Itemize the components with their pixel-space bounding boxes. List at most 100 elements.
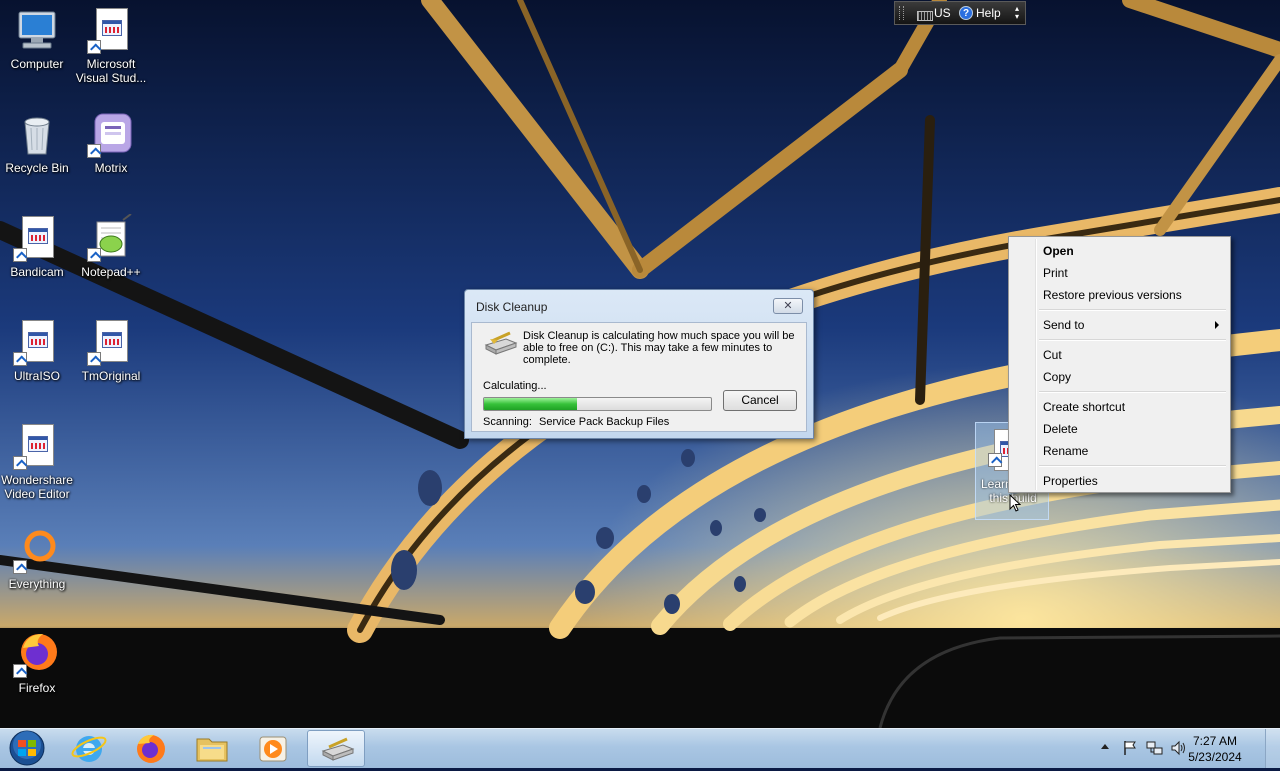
- desktop-icon-motrix[interactable]: Motrix: [74, 104, 148, 175]
- help-icon: ?: [959, 6, 973, 20]
- desktop-icon-label: Recycle Bin: [5, 161, 69, 175]
- desktop-icon-label: Motrix: [94, 161, 128, 175]
- keyboard-icon: [917, 11, 933, 21]
- mouse-cursor-icon: [1009, 494, 1021, 512]
- menu-item-delete[interactable]: Delete: [1043, 419, 1078, 439]
- application-shortcut-icon: [87, 318, 135, 366]
- desktop-icon-label: Firefox: [18, 681, 56, 695]
- shortcut-arrow-icon: [13, 248, 27, 262]
- application-shortcut-icon: [13, 214, 61, 262]
- scanning-label: Scanning:: [483, 416, 532, 428]
- application-shortcut-icon: [87, 6, 135, 54]
- firefox-icon: [13, 630, 61, 678]
- menu-separator: [1039, 391, 1226, 393]
- taskbar-internet-explorer[interactable]: [60, 730, 118, 767]
- close-icon: ✕: [783, 300, 793, 312]
- desktop-icon-tmoriginal[interactable]: TmOriginal: [74, 312, 148, 383]
- shortcut-arrow-icon: [87, 352, 101, 366]
- menu-item-restore-previous-versions[interactable]: Restore previous versions: [1043, 285, 1182, 305]
- shortcut-arrow-icon: [988, 453, 1002, 467]
- submenu-arrow-icon: [1215, 321, 1219, 329]
- close-button[interactable]: ✕: [773, 298, 803, 314]
- start-button[interactable]: [4, 729, 50, 767]
- notepad-plus-plus-icon: [87, 213, 135, 262]
- progress-bar-fill: [484, 398, 578, 410]
- menu-separator: [1039, 339, 1226, 341]
- desktop-icon-computer[interactable]: Computer: [0, 0, 74, 71]
- dialog-body: Disk Cleanup is calculating how much spa…: [471, 322, 807, 432]
- desktop-icon-label: Computer: [10, 57, 64, 71]
- shortcut-arrow-icon: [13, 560, 27, 574]
- shortcut-arrow-icon: [87, 40, 101, 54]
- application-shortcut-icon: [13, 318, 61, 366]
- menu-item-properties[interactable]: Properties: [1043, 471, 1098, 491]
- language-bar-options-icon[interactable]: ▴ ▾: [1015, 5, 1019, 21]
- desktop-icon-label: Bandicam: [10, 265, 64, 279]
- disk-cleanup-icon: [321, 737, 355, 761]
- desktop-icon-notepad-plus-plus[interactable]: Notepad++: [74, 208, 148, 279]
- show-desktop-button[interactable]: [1265, 729, 1280, 768]
- firefox-icon: [137, 734, 165, 763]
- context-menu: Open Print Restore previous versions Sen…: [1008, 236, 1231, 493]
- dialog-message: Disk Cleanup is calculating how much spa…: [523, 330, 795, 366]
- everything-search-icon: [13, 526, 61, 574]
- taskbar-media-player[interactable]: [244, 730, 302, 767]
- shortcut-arrow-icon: [13, 352, 27, 366]
- cancel-button[interactable]: Cancel: [723, 390, 797, 411]
- desktop-icon-firefox[interactable]: Firefox: [0, 624, 74, 695]
- desktop-icon-label: Everything: [8, 577, 66, 591]
- desktop-icon-label: Notepad++: [81, 265, 141, 279]
- menu-item-cut[interactable]: Cut: [1043, 345, 1062, 365]
- shortcut-arrow-icon: [13, 456, 27, 470]
- taskbar-file-explorer[interactable]: [183, 730, 241, 767]
- language-bar-grip[interactable]: [899, 6, 904, 20]
- network-icon[interactable]: [1146, 740, 1164, 756]
- shortcut-arrow-icon: [87, 144, 101, 158]
- desktop-icon-label: Microsoft Visual Stud...: [75, 57, 147, 85]
- shortcut-arrow-icon: [13, 664, 27, 678]
- menu-item-copy[interactable]: Copy: [1043, 367, 1071, 387]
- menu-item-create-shortcut[interactable]: Create shortcut: [1043, 397, 1125, 417]
- menu-item-rename[interactable]: Rename: [1043, 441, 1088, 461]
- desktop-icon-label: Wondershare Video Editor: [1, 473, 73, 501]
- computer-icon: [13, 6, 61, 54]
- internet-explorer-icon: [71, 736, 107, 762]
- application-shortcut-icon: [13, 422, 61, 470]
- start-orb-icon: [9, 730, 45, 766]
- show-hidden-icons-icon[interactable]: [1101, 744, 1109, 749]
- recycle-bin-icon: [13, 110, 61, 158]
- scanning-value: Service Pack Backup Files: [539, 416, 670, 428]
- help-label[interactable]: Help: [976, 6, 1001, 20]
- desktop-icon-label: TmOriginal: [81, 369, 141, 383]
- file-explorer-icon: [196, 738, 228, 762]
- taskbar-firefox[interactable]: [121, 730, 179, 767]
- progress-bar: [483, 397, 712, 411]
- disk-cleanup-dialog: Disk Cleanup ✕ Disk Cleanup is calculati…: [464, 289, 814, 439]
- shortcut-arrow-icon: [87, 248, 101, 262]
- desktop-icon-recycle-bin[interactable]: Recycle Bin: [0, 104, 74, 175]
- language-bar[interactable]: US ? Help ▴ ▾: [894, 1, 1026, 25]
- taskbar: 7:27 AM 5/23/2024: [0, 728, 1280, 768]
- motrix-icon: [87, 110, 135, 158]
- media-player-icon: [259, 736, 287, 762]
- clock-time: 7:27 AM: [1192, 734, 1238, 748]
- desktop-icon-label: UltraISO: [13, 369, 60, 383]
- desktop-icon-bandicam[interactable]: Bandicam: [0, 208, 74, 279]
- disk-cleanup-icon: [484, 331, 518, 357]
- desktop-icon-wondershare-video-editor[interactable]: Wondershare Video Editor: [0, 416, 74, 501]
- menu-item-send-to[interactable]: Send to: [1043, 315, 1084, 335]
- clock-date: 5/23/2024: [1188, 750, 1242, 764]
- desktop-icon-everything[interactable]: Everything: [0, 520, 74, 591]
- menu-item-print[interactable]: Print: [1043, 263, 1068, 283]
- menu-item-open[interactable]: Open: [1043, 241, 1074, 261]
- language-label[interactable]: US: [934, 6, 951, 20]
- desktop-icon-ultraiso[interactable]: UltraISO: [0, 312, 74, 383]
- taskbar-disk-cleanup[interactable]: [307, 730, 365, 767]
- menu-separator: [1039, 465, 1226, 467]
- system-clock[interactable]: 7:27 AM 5/23/2024: [1180, 733, 1250, 765]
- action-center-flag-icon[interactable]: [1122, 740, 1138, 756]
- menu-separator: [1039, 309, 1226, 311]
- status-label: Calculating...: [483, 380, 547, 392]
- dialog-title: Disk Cleanup: [476, 300, 548, 314]
- desktop-icon-microsoft-visual-studio[interactable]: Microsoft Visual Stud...: [74, 0, 148, 85]
